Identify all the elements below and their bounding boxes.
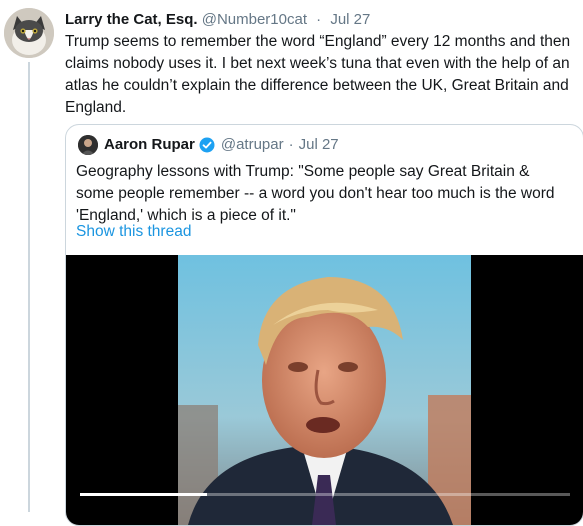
quoted-author-avatar[interactable] (78, 135, 98, 155)
quoted-separator-dot: · (288, 136, 294, 153)
quoted-tweet[interactable]: Aaron Rupar @atrupar · Jul 27 Geography … (65, 124, 583, 526)
verified-badge-icon (199, 137, 215, 153)
author-avatar[interactable] (4, 8, 54, 58)
video-player[interactable] (66, 255, 583, 525)
video-frame (178, 255, 471, 525)
quoted-author-name[interactable]: Aaron Rupar (104, 135, 195, 155)
quoted-author-handle[interactable]: @atrupar (221, 135, 284, 155)
show-thread-link[interactable]: Show this thread (76, 221, 191, 243)
tweet-header: Larry the Cat, Esq. @Number10cat · Jul 2… (65, 10, 370, 30)
tweet[interactable]: Larry the Cat, Esq. @Number10cat · Jul 2… (0, 0, 583, 526)
video-progress-bar[interactable] (80, 493, 570, 496)
thread-line (28, 62, 30, 512)
quoted-tweet-date[interactable]: Jul 27 (299, 135, 339, 155)
tweet-date[interactable]: Jul 27 (330, 11, 370, 28)
quoted-tweet-header: Aaron Rupar @atrupar · Jul 27 (78, 135, 339, 155)
video-progress-fill (80, 493, 208, 496)
author-name[interactable]: Larry the Cat, Esq. (65, 11, 198, 28)
quoted-tweet-text: Geography lessons with Trump: "Some peop… (76, 163, 555, 224)
separator-dot: · (316, 11, 322, 28)
author-handle[interactable]: @Number10cat (202, 11, 307, 28)
tweet-text: Trump seems to remember the word “Englan… (65, 33, 571, 116)
